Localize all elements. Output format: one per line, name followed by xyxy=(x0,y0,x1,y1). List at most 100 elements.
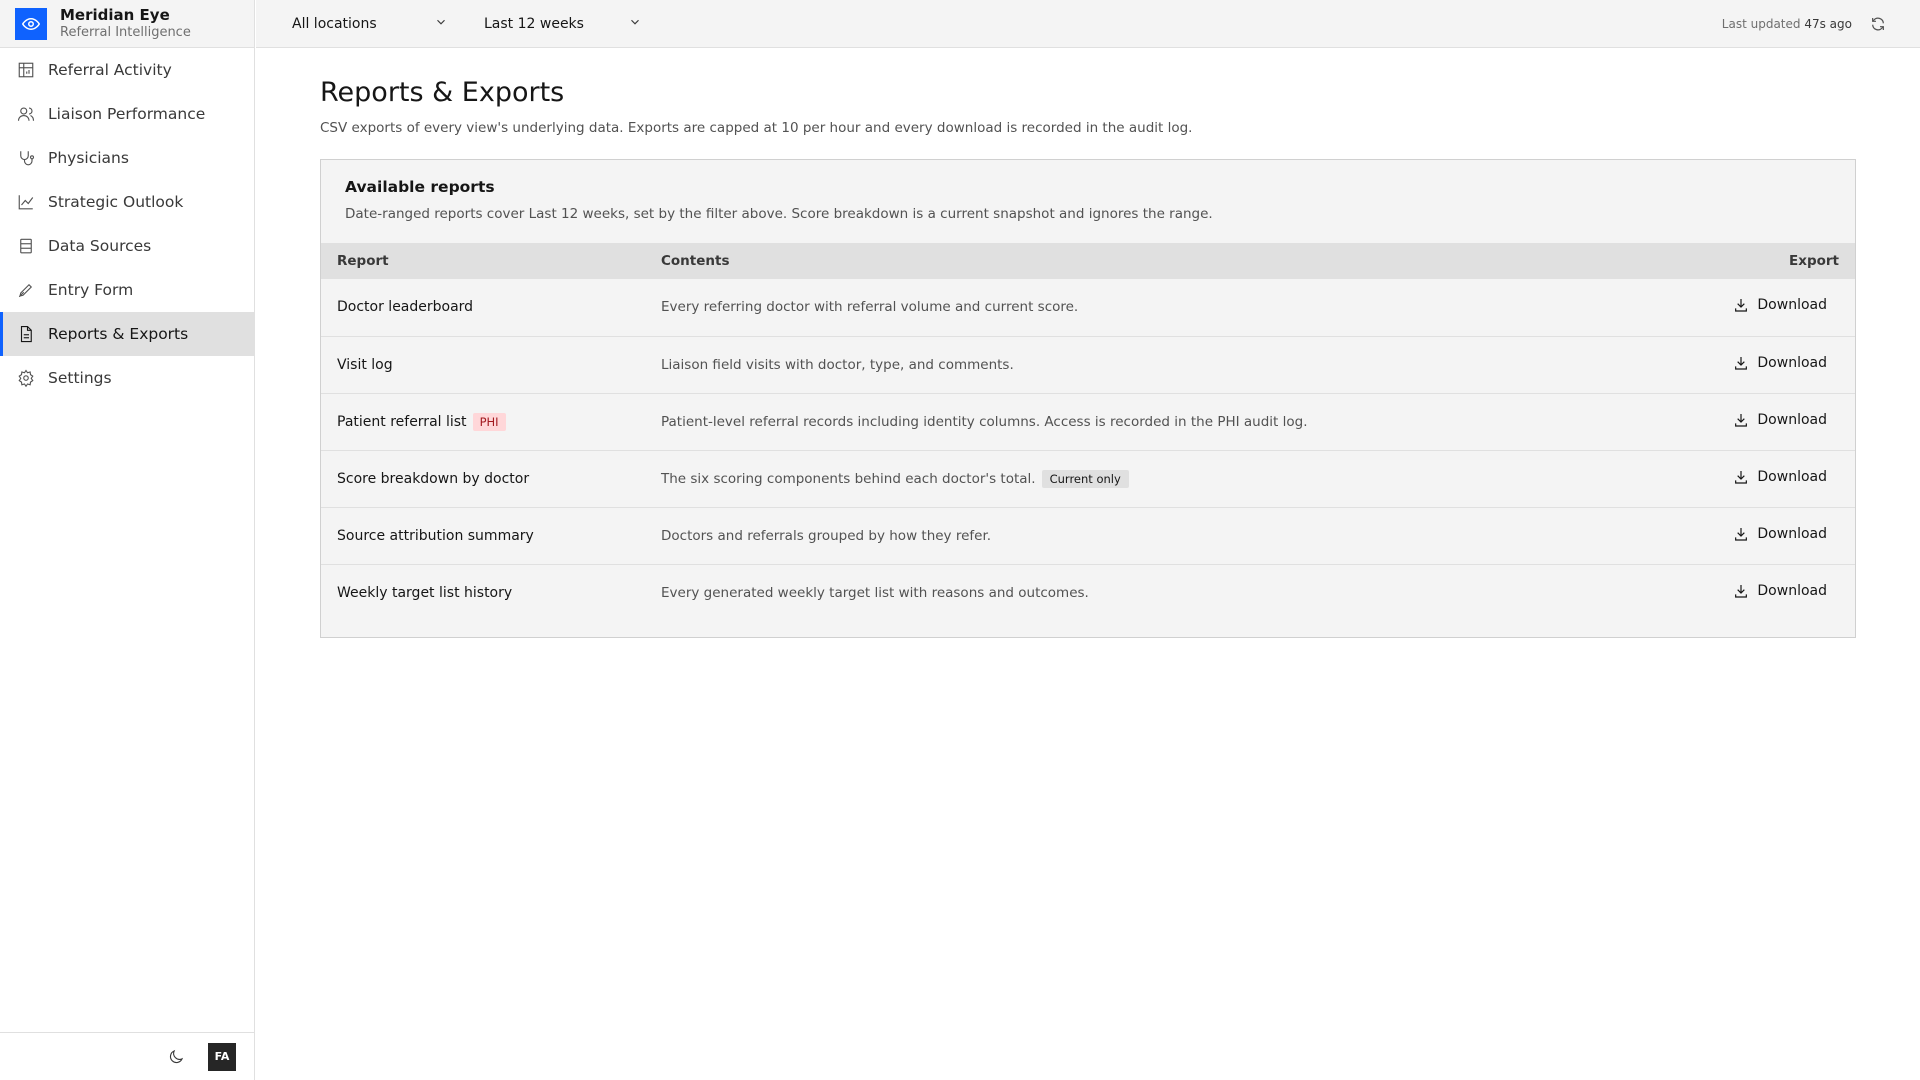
last-updated-text: Last updated 47s ago xyxy=(1722,17,1852,31)
sidebar-item-data-sources[interactable]: Data Sources xyxy=(0,224,254,268)
report-export-cell: Download xyxy=(1651,450,1855,507)
report-contents-cell: Doctors and referrals grouped by how the… xyxy=(645,507,1651,564)
phi-badge: PHI xyxy=(472,412,506,431)
sidebar-item-label: Physicians xyxy=(48,149,129,167)
report-contents-cell: Every referring doctor with referral vol… xyxy=(645,279,1651,336)
sidebar-item-label: Liaison Performance xyxy=(48,105,206,123)
sidebar-item-entry-form[interactable]: Entry Form xyxy=(0,268,254,312)
download-icon xyxy=(1735,584,1748,598)
date-range-select[interactable]: Last 12 weeks xyxy=(448,0,642,48)
table-row: Doctor leaderboard Every referring docto… xyxy=(321,279,1855,336)
sidebar-item-physicians[interactable]: Physicians xyxy=(0,136,254,180)
report-contents: The six scoring components behind each d… xyxy=(661,470,1036,487)
brand-subtitle: Referral Intelligence xyxy=(60,24,191,40)
report-contents: Every generated weekly target list with … xyxy=(661,584,1089,601)
moon-icon[interactable] xyxy=(164,1045,188,1069)
reports-table: Report Contents Export Doctor leaderboar… xyxy=(321,243,1855,621)
reports-card: Available reports Date-ranged reports co… xyxy=(320,159,1856,638)
download-label: Download xyxy=(1757,582,1827,599)
download-label: Download xyxy=(1757,468,1827,485)
report-name: Patient referral list xyxy=(337,413,467,430)
sidebar-item-label: Settings xyxy=(48,369,112,387)
download-label: Download xyxy=(1757,411,1827,428)
download-button[interactable]: Download xyxy=(1733,355,1827,371)
sidebar-item-strategic-outlook[interactable]: Strategic Outlook xyxy=(0,180,254,224)
sidebar-item-label: Data Sources xyxy=(48,237,152,255)
download-label: Download xyxy=(1757,525,1827,542)
download-button[interactable]: Download xyxy=(1733,583,1827,599)
pen-icon xyxy=(16,280,36,300)
eye-icon xyxy=(15,7,47,40)
users-icon xyxy=(16,104,36,124)
calendar-chart-icon xyxy=(16,60,36,80)
report-name-cell: Patient referral list PHI xyxy=(321,393,645,450)
main-content: Reports & Exports CSV exports of every v… xyxy=(320,48,1856,638)
table-row: Visit log Liaison field visits with doct… xyxy=(321,336,1855,393)
reports-card-title: Available reports xyxy=(345,178,495,196)
last-updated-group: Last updated 47s ago xyxy=(1722,14,1920,34)
current-only-badge: Current only xyxy=(1041,469,1129,488)
download-label: Download xyxy=(1757,297,1827,314)
report-name: Weekly target list history xyxy=(337,584,513,601)
report-export-cell: Download xyxy=(1651,507,1855,564)
page-description: CSV exports of every view's underlying d… xyxy=(320,120,1193,136)
report-contents-cell: The six scoring components behind each d… xyxy=(645,450,1651,507)
table-header-row: Report Contents Export xyxy=(321,243,1855,279)
sidebar-item-settings[interactable]: Settings xyxy=(0,356,254,400)
download-icon xyxy=(1735,470,1748,484)
reports-card-header: Available reports Date-ranged reports co… xyxy=(321,160,1855,243)
download-icon xyxy=(1735,413,1748,427)
report-contents: Liaison field visits with doctor, type, … xyxy=(661,356,1014,373)
sidebar-item-referral-activity[interactable]: Referral Activity xyxy=(0,48,254,92)
document-icon xyxy=(16,324,36,344)
report-name-cell: Visit log xyxy=(321,336,645,393)
report-name: Score breakdown by doctor xyxy=(337,470,530,487)
sidebar-item-liaison-performance[interactable]: Liaison Performance xyxy=(0,92,254,136)
report-name-cell: Weekly target list history xyxy=(321,564,645,621)
sidebar-item-label: Referral Activity xyxy=(48,61,172,79)
report-name: Source attribution summary xyxy=(337,527,534,544)
refresh-icon[interactable] xyxy=(1868,14,1888,34)
last-updated-label: Last updated xyxy=(1721,16,1801,31)
report-contents-cell: Patient-level referral records including… xyxy=(645,393,1651,450)
report-name-cell: Source attribution summary xyxy=(321,507,645,564)
sidebar-item-label: Entry Form xyxy=(48,281,134,299)
column-header-export: Export xyxy=(1789,253,1839,269)
download-label: Download xyxy=(1757,354,1827,371)
download-button[interactable]: Download xyxy=(1733,469,1827,485)
download-button[interactable]: Download xyxy=(1733,297,1827,313)
column-header-contents: Contents xyxy=(661,253,730,269)
table-row: Source attribution summary Doctors and r… xyxy=(321,507,1855,564)
report-export-cell: Download xyxy=(1651,336,1855,393)
chevron-down-icon xyxy=(628,15,642,33)
report-name-cell: Doctor leaderboard xyxy=(321,279,645,336)
download-button[interactable]: Download xyxy=(1733,412,1827,428)
avatar[interactable]: FA xyxy=(208,1042,236,1071)
report-name: Doctor leaderboard xyxy=(337,299,474,316)
sidebar-item-label: Strategic Outlook xyxy=(48,193,184,211)
table-row: Weekly target list history Every generat… xyxy=(321,564,1855,621)
stethoscope-icon xyxy=(16,148,36,168)
location-filter-select[interactable]: All locations xyxy=(256,0,448,48)
line-chart-icon xyxy=(16,192,36,212)
app-root: Meridian Eye Referral Intelligence Refer… xyxy=(0,0,1920,1080)
report-contents: Patient-level referral records including… xyxy=(661,413,1308,430)
download-icon xyxy=(1735,356,1748,370)
reports-card-description: Date-ranged reports cover Last 12 weeks,… xyxy=(345,206,1213,222)
table-row: Patient referral list PHI Patient-level r… xyxy=(321,393,1855,450)
sidebar-item-label: Reports & Exports xyxy=(48,325,189,343)
report-contents-cell: Every generated weekly target list with … xyxy=(645,564,1651,621)
report-contents: Doctors and referrals grouped by how the… xyxy=(661,527,992,544)
report-export-cell: Download xyxy=(1651,393,1855,450)
page-title: Reports & Exports xyxy=(320,77,565,108)
brand-header[interactable]: Meridian Eye Referral Intelligence xyxy=(0,0,254,48)
date-range-value: Last 12 weeks xyxy=(484,15,584,32)
sidebar: Meridian Eye Referral Intelligence Refer… xyxy=(0,0,255,1080)
report-export-cell: Download xyxy=(1651,279,1855,336)
sidebar-item-reports-exports[interactable]: Reports & Exports xyxy=(0,312,254,356)
topbar: All locations Last 12 weeks Last updated… xyxy=(256,0,1920,48)
table-row: Score breakdown by doctor The six scorin… xyxy=(321,450,1855,507)
location-filter-value: All locations xyxy=(292,15,377,32)
report-contents-cell: Liaison field visits with doctor, type, … xyxy=(645,336,1651,393)
download-button[interactable]: Download xyxy=(1733,526,1827,542)
